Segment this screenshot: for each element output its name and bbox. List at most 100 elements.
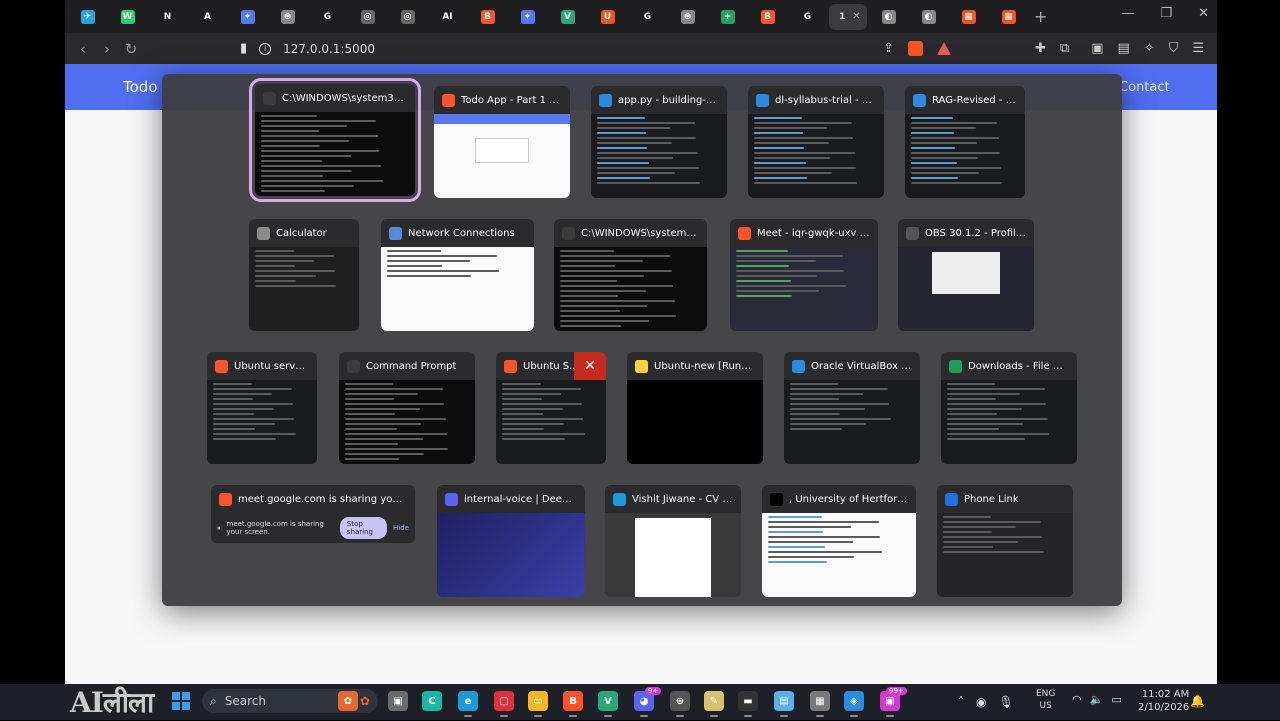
- window-card[interactable]: C:\WINDOWS\system32\...: [249, 78, 421, 202]
- window-card[interactable]: C:\WINDOWS\system32\...: [554, 219, 707, 331]
- browser-tab[interactable]: ▦: [990, 4, 1027, 30]
- browser-tab[interactable]: ⊛: [669, 4, 706, 30]
- status-icons[interactable]: ◠ 🔈 ▭: [1072, 693, 1122, 706]
- browser-tab[interactable]: ◎: [389, 4, 426, 30]
- reload-button[interactable]: ↻: [119, 40, 143, 58]
- microphone-icon[interactable]: 🎙: [998, 695, 1013, 709]
- window-card[interactable]: Meet - iqr-gwqk-uxv -...: [730, 219, 878, 331]
- thumbnail-line: [597, 142, 672, 144]
- browser-tab[interactable]: ▦: [950, 4, 987, 30]
- screenshot-icon[interactable]: ⧉: [1060, 41, 1069, 56]
- window-card[interactable]: Ubuntu S... ✕: [496, 352, 606, 464]
- browser-tab[interactable]: A: [189, 4, 226, 30]
- vscode-insiders-icon[interactable]: V: [598, 691, 618, 717]
- address-bar[interactable]: ▮ i 127.0.0.1:5000: [240, 37, 960, 61]
- file-explorer-icon[interactable]: ▭: [528, 691, 548, 717]
- browser-tab[interactable]: ◎: [349, 4, 386, 30]
- browser-tab[interactable]: ✦: [509, 4, 546, 30]
- sidebar-icon[interactable]: ▣: [1091, 41, 1103, 56]
- browser-tab[interactable]: AI: [429, 4, 466, 30]
- window-card[interactable]: Ubuntu server...: [207, 352, 317, 464]
- vpn-icon[interactable]: ⛉: [1169, 41, 1179, 56]
- window-card[interactable]: Todo App - Part 1 - B...: [434, 86, 570, 198]
- stop-sharing-button[interactable]: Stop sharing: [339, 517, 388, 539]
- browser-tab[interactable]: ◐: [910, 4, 947, 30]
- terminal-icon: [347, 359, 360, 373]
- window-card[interactable]: OBS 30.1.2 - Profile:...: [898, 219, 1034, 331]
- window-card[interactable]: Calculator: [249, 219, 359, 331]
- window-controls: — ❐ ✕: [1121, 6, 1209, 21]
- window-card[interactable]: Phone Link: [937, 485, 1073, 597]
- chevron-up-icon[interactable]: ˄: [958, 695, 964, 709]
- hide-button[interactable]: Hide: [393, 524, 409, 532]
- window-card[interactable]: meet.google.com is sharing your scr... ⏸ m…: [211, 485, 415, 543]
- chatgpt-icon[interactable]: ⊛: [670, 691, 690, 717]
- task-view-icon[interactable]: ▣: [388, 691, 408, 711]
- share-icon[interactable]: ⇪: [883, 41, 894, 56]
- close-window-icon[interactable]: ✕: [574, 352, 606, 380]
- bookmark-icon[interactable]: ▮: [240, 41, 247, 56]
- browser-tab[interactable]: ◐: [870, 4, 907, 30]
- close-window-button[interactable]: ✕: [1198, 6, 1209, 21]
- browser-tab[interactable]: G: [309, 4, 346, 30]
- browser-tab[interactable]: G: [789, 4, 826, 30]
- maximize-button[interactable]: ❐: [1160, 6, 1172, 21]
- browser-tab[interactable]: U: [589, 4, 626, 30]
- browser-tab[interactable]: ⊛: [269, 4, 306, 30]
- close-tab-icon[interactable]: ✕: [852, 11, 860, 22]
- start-button[interactable]: [172, 692, 190, 710]
- record-icon[interactable]: ◉: [976, 695, 986, 709]
- browser-tab[interactable]: B: [469, 4, 506, 30]
- brave-rewards-icon[interactable]: [936, 42, 951, 55]
- minimize-button[interactable]: —: [1121, 6, 1134, 21]
- thumbnail-line: [947, 398, 996, 400]
- browser-tab[interactable]: N: [149, 4, 186, 30]
- browser-tab[interactable]: W: [109, 4, 146, 30]
- window-card[interactable]: app.py - building-a-t...: [591, 86, 727, 198]
- window-card[interactable]: dl-syllabus-trial - Vis...: [748, 86, 884, 198]
- back-button[interactable]: ‹: [71, 40, 95, 58]
- browser-tab[interactable]: V: [549, 4, 586, 30]
- recorder-icon[interactable]: ▢: [494, 691, 514, 717]
- browser-tab[interactable]: ✦: [229, 4, 266, 30]
- window-card[interactable]: internal-voice | Deep Le...: [437, 485, 585, 597]
- copilot-icon[interactable]: C: [422, 691, 442, 711]
- thumbnail-line: [736, 285, 846, 287]
- thumbnail-line: [261, 120, 377, 122]
- forward-button[interactable]: ›: [95, 40, 119, 58]
- brave-shields-icon[interactable]: [907, 41, 923, 56]
- calculator-icon[interactable]: ▦: [810, 691, 830, 717]
- notepad-icon[interactable]: ✎: [704, 691, 724, 717]
- window-card[interactable]: Network Connections: [381, 219, 534, 331]
- new-tab-button[interactable]: +: [1034, 7, 1047, 26]
- input-language[interactable]: ENG US: [1036, 688, 1055, 712]
- url-text[interactable]: 127.0.0.1:5000: [283, 42, 375, 56]
- browser-tab[interactable]: G: [629, 4, 666, 30]
- notification-bell-icon[interactable]: 🔔: [1190, 694, 1205, 708]
- browser-tab[interactable]: ✈: [69, 4, 106, 30]
- vscode-icon[interactable]: ◈: [844, 691, 864, 717]
- clock[interactable]: 11:02 AM 2/10/2026: [1138, 688, 1189, 714]
- edge-icon[interactable]: e: [458, 691, 478, 717]
- control-panel-icon[interactable]: ▤: [774, 691, 794, 717]
- site-info-icon[interactable]: i: [259, 42, 272, 55]
- wallet-icon[interactable]: ▤: [1118, 41, 1130, 56]
- window-card[interactable]: , University of Hertfordsh...: [762, 485, 916, 597]
- extensions-icon[interactable]: ✚: [1035, 41, 1046, 56]
- widgets-icon[interactable]: ✿: [338, 691, 358, 711]
- leo-ai-icon[interactable]: ✧: [1144, 41, 1155, 56]
- window-card[interactable]: Oracle VirtualBox Ma...: [784, 352, 920, 464]
- window-card[interactable]: Ubuntu-new [Runnin...: [627, 352, 763, 464]
- browser-tab[interactable]: B: [749, 4, 786, 30]
- window-card[interactable]: Command Prompt: [339, 352, 475, 464]
- page-brand[interactable]: Todo: [123, 78, 158, 96]
- window-card[interactable]: Vishit Jiwane - CV .p...: [605, 485, 741, 597]
- browser-tab[interactable]: +: [709, 4, 746, 30]
- browser-tab[interactable]: 1 ✕: [829, 3, 867, 30]
- brave-icon[interactable]: B: [563, 691, 583, 717]
- window-card[interactable]: RAG-Revised - Vi...: [905, 86, 1025, 198]
- window-card[interactable]: Downloads - File Exp...: [941, 352, 1077, 464]
- terminal-icon[interactable]: ▬: [738, 691, 758, 717]
- menu-icon[interactable]: ☰: [1192, 41, 1204, 56]
- nav-link-contact[interactable]: Contact: [1119, 80, 1170, 95]
